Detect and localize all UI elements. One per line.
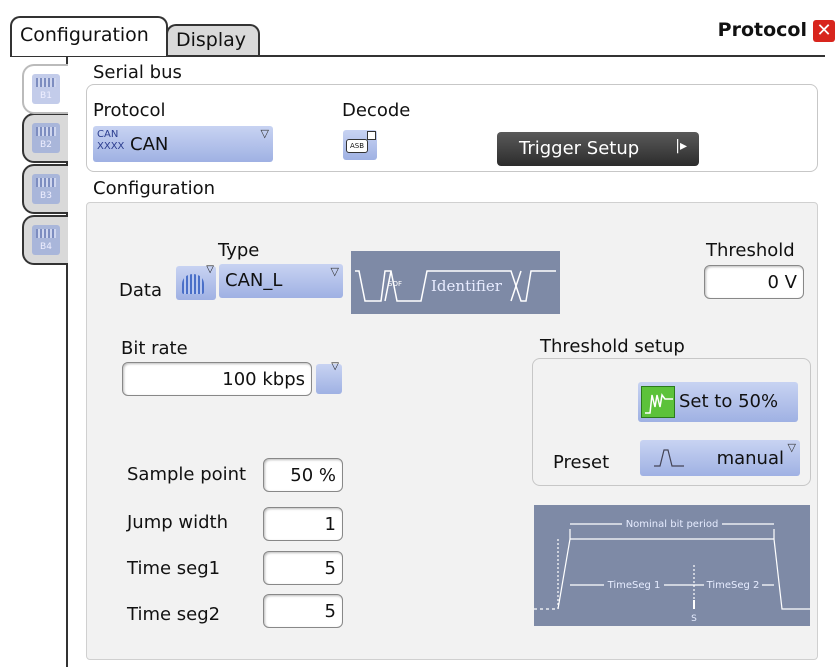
side-tab-b2[interactable]: B2 <box>22 113 68 163</box>
decode-label: Decode <box>342 100 411 121</box>
decode-button[interactable]: ASB <box>343 130 377 160</box>
chevron-down-icon: ▽ <box>331 361 339 372</box>
bus-icon: B3 <box>32 174 60 204</box>
jump-width-label: Jump width <box>127 512 229 533</box>
bus-icon: B4 <box>32 225 60 255</box>
bus-icon: B2 <box>32 123 60 153</box>
arrow-right-icon: |▸ <box>675 138 687 154</box>
tab-display[interactable]: Display <box>166 24 260 56</box>
trigger-setup-button[interactable]: Trigger Setup |▸ <box>497 132 699 166</box>
set-50-icon <box>641 386 675 418</box>
sample-point-label: Sample point <box>127 464 247 485</box>
decode-checkbox-icon <box>367 131 376 140</box>
side-tab-b1[interactable]: B1 <box>22 64 68 114</box>
jump-width-field[interactable]: 1 <box>263 507 343 541</box>
type-label: Type <box>218 240 260 261</box>
side-tab-b3[interactable]: B3 <box>22 164 68 214</box>
frame-diagram: SOF Identifier <box>351 251 560 314</box>
data-source-icon[interactable]: ▽ <box>176 264 216 300</box>
nominal-bit-period-label: Nominal bit period <box>626 519 719 530</box>
serial-bus-heading: Serial bus <box>93 62 182 83</box>
threshold-label: Threshold <box>706 240 795 261</box>
preset-label: Preset <box>553 452 610 473</box>
decode-icon: ASB <box>346 139 368 153</box>
time-seg2-field[interactable]: 5 <box>263 594 343 628</box>
sample-point-diagram-label: S <box>691 614 697 624</box>
data-type-select[interactable]: CAN_L ▽ <box>219 264 343 298</box>
protocol-value: CAN <box>130 134 169 155</box>
data-type-value: CAN_L <box>225 270 283 291</box>
time-seg2-diagram-label: TimeSeg 2 <box>706 580 760 591</box>
tab-configuration-label: Configuration <box>20 24 149 46</box>
preset-value: manual <box>716 448 784 469</box>
identifier-label: Identifier <box>431 277 503 295</box>
set-50-label: Set to 50% <box>679 391 779 412</box>
threshold-field[interactable]: 0 V <box>704 265 804 299</box>
can-icon: CAN XXXX <box>97 129 125 152</box>
set-50-button[interactable]: Set to 50% <box>638 382 798 422</box>
bus-icon: B1 <box>32 74 60 104</box>
close-icon[interactable]: ✕ <box>813 20 835 42</box>
trigger-setup-label: Trigger Setup <box>519 138 640 159</box>
chevron-down-icon: ▽ <box>260 127 269 140</box>
bit-timing-waveform-icon: Nominal bit period TimeSeg 1 TimeSeg 2 S <box>534 516 810 624</box>
sof-label: SOF <box>388 280 402 288</box>
protocol-select[interactable]: CAN XXXX CAN ▽ <box>93 126 273 162</box>
bit-rate-dropdown[interactable]: ▽ <box>316 361 342 394</box>
chevron-down-icon: ▽ <box>206 264 214 275</box>
tab-configuration[interactable]: Configuration <box>10 16 168 56</box>
panel-title: Protocol <box>717 19 807 41</box>
data-label: Data <box>119 280 162 301</box>
preset-waveform-icon <box>654 449 684 467</box>
chevron-down-icon: ▽ <box>787 441 796 454</box>
bit-rate-field[interactable]: 100 kbps <box>122 362 312 396</box>
chevron-down-icon: ▽ <box>330 265 339 278</box>
time-seg1-field[interactable]: 5 <box>263 551 343 585</box>
bit-rate-label: Bit rate <box>121 338 188 359</box>
bit-timing-diagram: Nominal bit period TimeSeg 1 TimeSeg 2 S <box>534 505 810 626</box>
time-seg2-label: Time seg2 <box>127 604 221 625</box>
frame-waveform-icon: SOF Identifier <box>355 270 556 302</box>
preset-select[interactable]: manual ▽ <box>640 440 800 476</box>
sample-point-field[interactable]: 50 % <box>263 458 343 492</box>
tab-display-label: Display <box>176 29 247 51</box>
configuration-heading: Configuration <box>93 178 216 199</box>
time-seg1-diagram-label: TimeSeg 1 <box>607 580 661 591</box>
side-tab-b4[interactable]: B4 <box>22 215 68 265</box>
threshold-setup-label: Threshold setup <box>540 336 685 357</box>
time-seg1-label: Time seg1 <box>127 558 221 579</box>
protocol-label: Protocol <box>93 100 166 121</box>
